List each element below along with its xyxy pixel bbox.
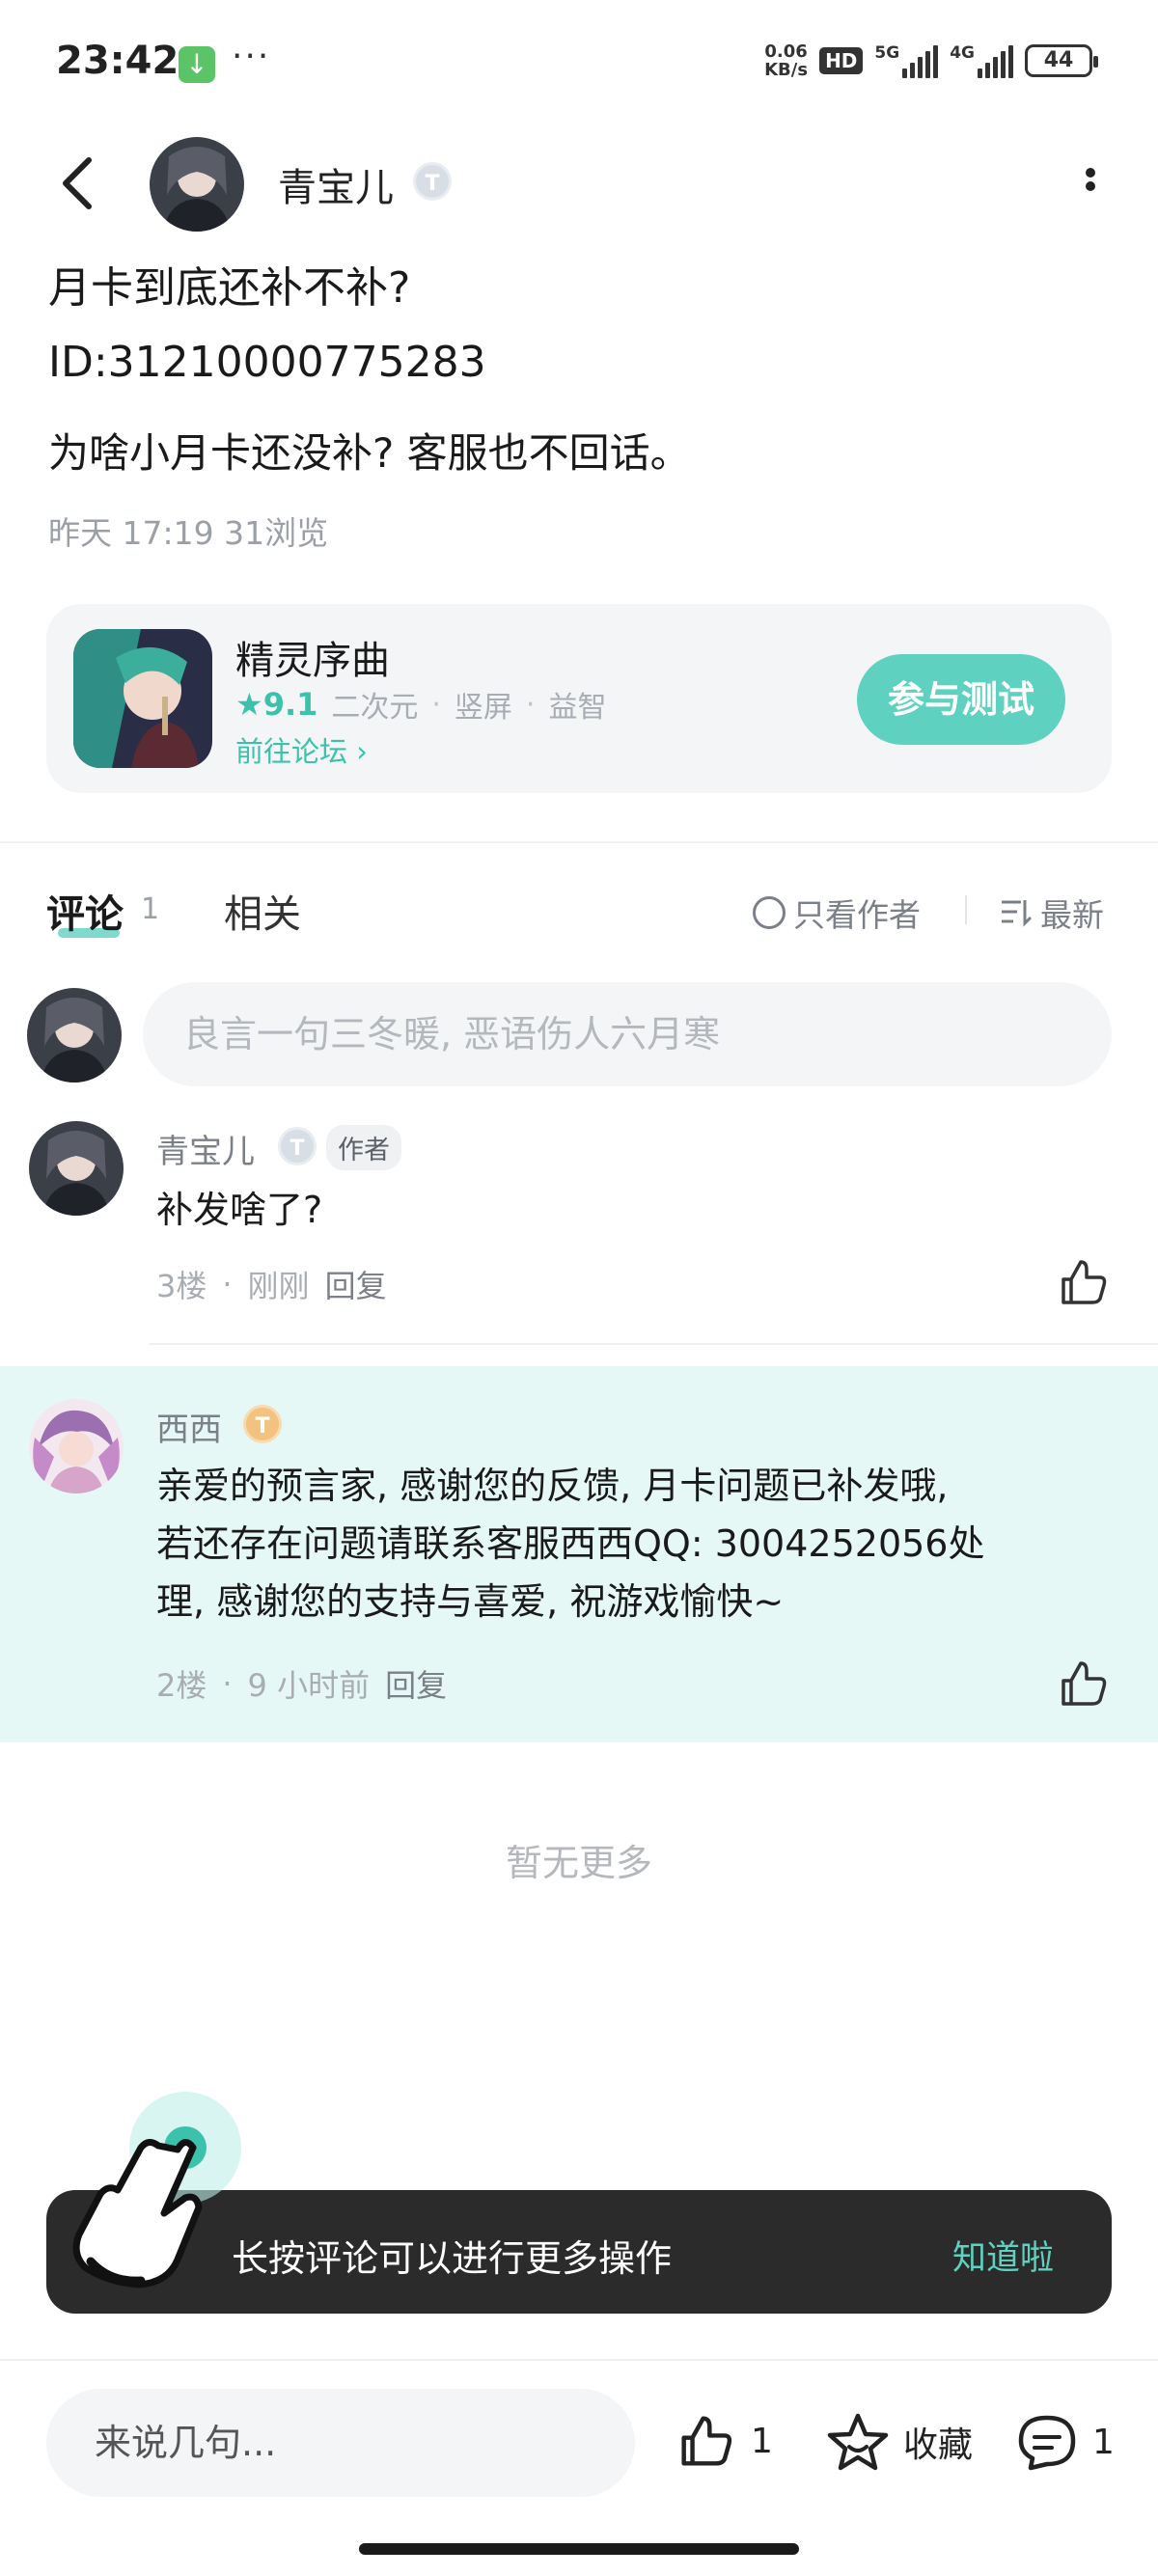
star-icon [827,2413,889,2471]
comment-count: 1 [1092,2422,1115,2462]
reply-button[interactable]: 回复 [385,1661,447,1706]
thumbs-up-icon [681,2416,732,2466]
like-button[interactable] [1058,1658,1110,1710]
thumbs-up-icon [1062,1661,1107,1706]
sort-button[interactable]: 最新 [1000,890,1104,936]
hd-icon: HD [819,47,864,74]
forum-link[interactable]: 前往论坛 › [235,729,368,770]
comment-text: 补发啥了? [156,1189,323,1231]
game-tag: 二次元 [331,691,419,725]
game-score: ★9.1 [235,686,318,723]
reply-input[interactable]: 来说几句... [46,2389,635,2497]
download-icon: ↓ [179,46,215,83]
tab-comments[interactable]: 评论 [46,883,124,939]
no-more-label: 暂无更多 [505,1842,652,1884]
reply-button[interactable]: 回复 [325,1262,387,1306]
tab-related[interactable]: 相关 [224,883,301,939]
game-name: 精灵序曲 [235,639,390,683]
more-options-button[interactable] [1071,164,1110,203]
level-badge-icon: T [413,162,452,201]
comment-input[interactable] [143,982,1112,1086]
like-count: 1 [751,2421,773,2461]
thumbs-up-icon [1062,1260,1107,1304]
game-rating-row: ★9.1 二次元 · 竖屏 · 益智 [235,683,606,726]
signal-4g-icon: 4G [950,43,1013,78]
signal-5g-icon: 5G [874,43,939,78]
post-title: 月卡到底还补不补? [48,263,411,313]
comment-meta: 2楼 · 9 小时前 回复 [156,1661,447,1706]
status-bar: 23:42 ↓ ··· 0.06 KB/s HD 5G 4G 44 [0,0,1158,125]
post-content: 为啥小月卡还没补? 客服也不回话。 [48,429,691,477]
only-author-toggle[interactable]: 只看作者 [753,890,921,936]
post-header: 青宝儿 T [0,125,1158,241]
commenter-name[interactable]: 西西 [156,1403,222,1450]
toast-text: 长按评论可以进行更多操作 [232,2237,673,2280]
comments-count: 1 [141,892,160,926]
comment-meta: 3楼 · 刚刚 回复 [156,1262,387,1306]
comment-button[interactable]: 1 [1015,2412,1115,2472]
level-badge-icon: T [243,1405,282,1443]
like-button[interactable] [1058,1256,1110,1308]
divider [150,1343,1158,1345]
status-indicators: 0.06 KB/s HD 5G 4G 44 [764,41,1098,80]
favorite-button[interactable]: 收藏 [826,2412,973,2472]
more-notifications-icon: ··· [232,37,271,76]
author-avatar[interactable] [150,137,244,232]
game-card[interactable]: 精灵序曲 ★9.1 二次元 · 竖屏 · 益智 前往论坛 › 参与测试 [46,604,1112,793]
commenter-avatar[interactable] [29,1121,124,1216]
game-icon [73,629,212,768]
network-speed: 0.06 KB/s [764,41,809,80]
back-button[interactable] [48,150,106,217]
post-meta: 昨天 17:19 31浏览 [48,514,329,552]
join-test-button[interactable]: 参与测试 [857,654,1065,745]
game-tag: 竖屏 [454,691,512,725]
commenter-avatar[interactable] [29,1399,124,1494]
author-tag: 作者 [326,1125,401,1170]
chevron-right-icon: › [356,735,368,768]
comment-text: 亲爱的预言家, 感谢您的反馈, 月卡问题已补发哦, 若还存在问题请联系客服西西Q… [156,1465,985,1623]
my-avatar [27,988,122,1082]
radio-icon [753,896,786,929]
tap-hand-icon [71,2090,264,2302]
divider [965,895,967,924]
game-tag: 益智 [548,691,607,725]
divider [0,841,1158,843]
level-badge-icon: T [278,1127,317,1165]
commenter-name[interactable]: 青宝儿 [156,1125,255,1172]
sort-icon [1002,900,1033,927]
author-name[interactable]: 青宝儿 [278,156,394,212]
like-post-button[interactable]: 1 [676,2412,773,2470]
divider [0,2359,1158,2361]
got-it-button[interactable]: 知道啦 [952,2231,1054,2280]
chevron-left-icon [63,157,92,209]
chat-bubble-icon [1018,2415,1076,2471]
battery-icon: 44 [1025,44,1098,77]
home-indicator[interactable] [359,2543,799,2555]
status-time: 23:42 [56,39,179,83]
post-id-line: ID:31210000775283 [48,338,486,387]
